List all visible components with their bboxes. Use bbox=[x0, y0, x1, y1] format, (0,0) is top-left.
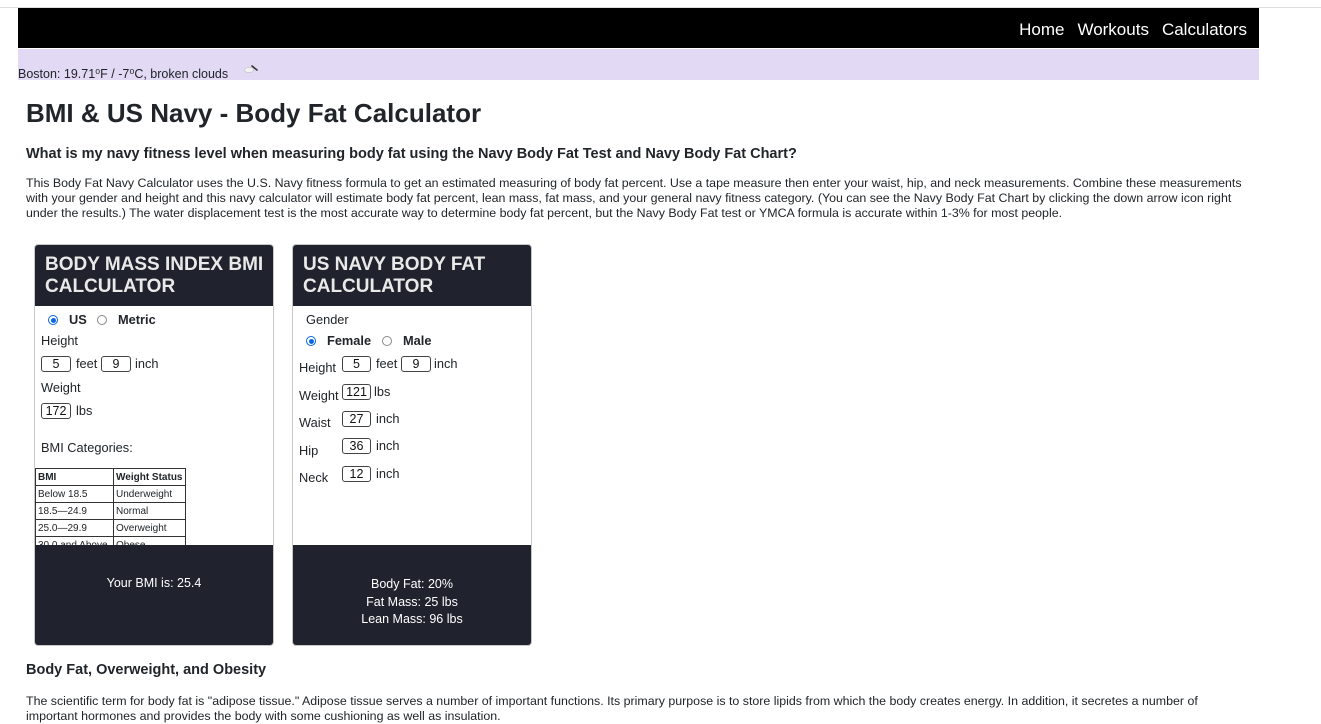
bmi-calculator-card: BODY MASS INDEX BMI CALCULATOR US Metric… bbox=[34, 244, 274, 646]
bmi-result-panel: Your BMI is: 25.4 bbox=[35, 545, 273, 645]
navy-feet-input[interactable]: 5 bbox=[342, 356, 371, 372]
bmi-card-header: BODY MASS INDEX BMI CALCULATOR bbox=[35, 245, 273, 306]
navy-results: Body Fat: 20% Fat Mass: 25 lbs Lean Mass… bbox=[293, 576, 531, 629]
navy-hip-input[interactable]: 36 bbox=[342, 438, 371, 454]
table-cell: Below 18.5 bbox=[35, 485, 114, 503]
table-header-row: BMI Weight Status bbox=[35, 468, 186, 486]
navy-hip-unit: inch bbox=[376, 438, 400, 453]
navy-card-header: US NAVY BODY FAT CALCULATOR bbox=[293, 245, 531, 306]
bmi-categories-table: BMI Weight Status Below 18.5 Underweight… bbox=[35, 468, 186, 554]
body-fat-result: Body Fat: 20% bbox=[371, 577, 453, 591]
bmi-weight-input[interactable]: 172 bbox=[41, 403, 71, 419]
navy-weight-unit: lbs bbox=[374, 384, 391, 399]
navy-neck-label: Neck bbox=[299, 470, 329, 485]
bmi-feet-input[interactable]: 5 bbox=[41, 356, 71, 372]
table-cell: Underweight bbox=[113, 485, 186, 503]
nav-calculators-link[interactable]: Calculators bbox=[1162, 20, 1247, 40]
gender-label: Gender bbox=[306, 312, 349, 327]
navy-inch-input[interactable]: 9 bbox=[401, 356, 431, 372]
table-row: 18.5—24.9 Normal bbox=[35, 502, 186, 520]
weather-text: Boston: 19.71⁰F / -7⁰C, broken clouds bbox=[18, 67, 229, 81]
gender-male-label: Male bbox=[403, 333, 432, 348]
navy-height-label: Height bbox=[299, 360, 336, 375]
table-cell: 25.0—29.9 bbox=[35, 519, 114, 537]
table-header: BMI bbox=[35, 468, 114, 486]
navy-neck-unit: inch bbox=[376, 466, 400, 481]
nav-workouts-link[interactable]: Workouts bbox=[1077, 20, 1149, 40]
navy-hip-label: Hip bbox=[299, 443, 319, 458]
weather-bar: Boston: 19.71⁰F / -7⁰C, broken clouds bbox=[18, 49, 1259, 81]
intro-paragraph: This Body Fat Navy Calculator uses the U… bbox=[26, 176, 1242, 220]
table-row: Below 18.5 Underweight bbox=[35, 485, 186, 503]
gender-female-label: Female bbox=[327, 333, 372, 348]
table-cell: Normal bbox=[113, 502, 186, 520]
unit-us-label: US bbox=[69, 312, 87, 327]
bmi-weight-label: Weight bbox=[41, 380, 81, 395]
page-container: Home Workouts Calculators Boston: 19.71⁰… bbox=[18, 8, 1259, 723]
navbar: Home Workouts Calculators bbox=[18, 8, 1259, 48]
navy-bodyfat-card: US NAVY BODY FAT CALCULATOR Gender Femal… bbox=[292, 244, 532, 646]
navy-feet-unit: feet bbox=[376, 356, 398, 371]
navy-neck-input[interactable]: 12 bbox=[342, 466, 371, 482]
bmi-categories-label: BMI Categories: bbox=[41, 440, 133, 455]
navy-inch-unit: inch bbox=[434, 356, 458, 371]
lean-mass-result: Lean Mass: 96 lbs bbox=[361, 612, 463, 626]
table-row: 25.0—29.9 Overweight bbox=[35, 519, 186, 537]
page-subtitle: What is my navy fitness level when measu… bbox=[26, 146, 797, 162]
navy-waist-label: Waist bbox=[299, 415, 331, 430]
table-header: Weight Status bbox=[113, 468, 186, 486]
unit-metric-label: Metric bbox=[118, 312, 156, 327]
table-cell: Overweight bbox=[113, 519, 186, 537]
nav-links: Home Workouts Calculators bbox=[1019, 20, 1247, 40]
table-cell: 18.5—24.9 bbox=[35, 502, 114, 520]
bmi-weight-unit: lbs bbox=[76, 403, 93, 418]
nav-home-link[interactable]: Home bbox=[1019, 20, 1064, 40]
fat-mass-result: Fat Mass: 25 lbs bbox=[366, 594, 458, 609]
broken-clouds-icon bbox=[244, 60, 258, 73]
bmi-result-text: Your BMI is: 25.4 bbox=[106, 576, 202, 590]
bmi-card-title: BODY MASS INDEX BMI CALCULATOR bbox=[45, 254, 264, 297]
navy-waist-input[interactable]: 27 bbox=[342, 411, 371, 427]
navy-result-panel: Body Fat: 20% Fat Mass: 25 lbs Lean Mass… bbox=[293, 545, 531, 645]
bmi-inch-input[interactable]: 9 bbox=[101, 356, 131, 372]
navy-weight-label: Weight bbox=[299, 388, 339, 403]
gender-male-radio[interactable] bbox=[382, 336, 392, 346]
bmi-inch-unit: inch bbox=[135, 356, 159, 371]
section-paragraph: The scientific term for body fat is "adi… bbox=[26, 694, 1198, 723]
bmi-feet-unit: feet bbox=[76, 356, 98, 371]
section-heading: Body Fat, Overweight, and Obesity bbox=[26, 662, 267, 678]
gender-female-radio[interactable] bbox=[306, 336, 316, 346]
page-title: BMI & US Navy - Body Fat Calculator bbox=[26, 98, 482, 128]
navy-weight-input[interactable]: 121 bbox=[342, 384, 371, 400]
unit-us-radio[interactable] bbox=[48, 315, 58, 325]
bmi-height-label: Height bbox=[41, 333, 78, 348]
navy-card-title: US NAVY BODY FAT CALCULATOR bbox=[303, 254, 486, 297]
unit-metric-radio[interactable] bbox=[97, 315, 107, 325]
navy-waist-unit: inch bbox=[376, 411, 400, 426]
